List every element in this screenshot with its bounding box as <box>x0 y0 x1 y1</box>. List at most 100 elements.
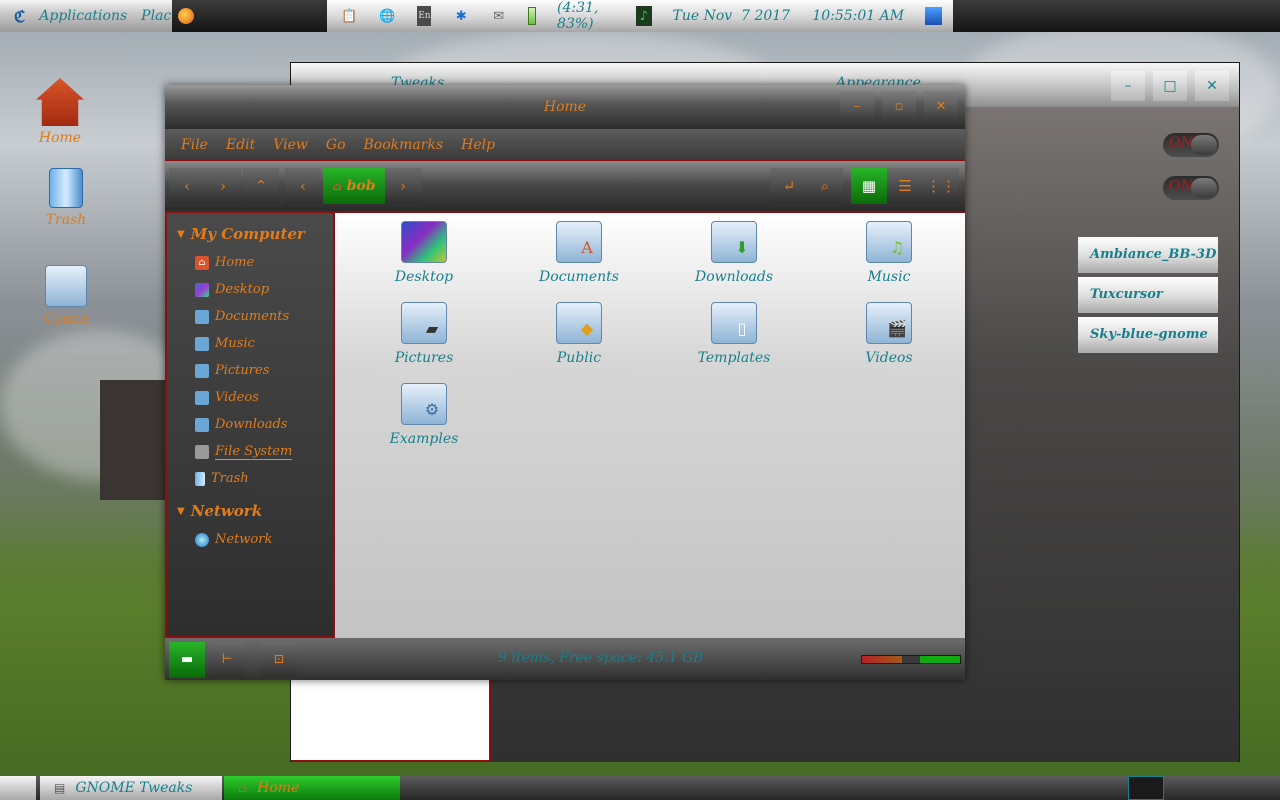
file-item-public[interactable]: ◆ Public <box>524 302 634 366</box>
theme-selector-applications[interactable]: Ambiance_BB-3D <box>1078 237 1218 273</box>
network-status-icon[interactable]: 🌐 <box>379 6 395 26</box>
show-sidebar-button[interactable]: ▬ <box>169 642 205 678</box>
show-desktop-button[interactable] <box>0 776 36 800</box>
sidebar-item-label: Videos <box>215 390 259 405</box>
back-button[interactable]: ‹ <box>169 168 205 204</box>
file-manager-titlebar[interactable]: Home – ▫ ✕ <box>165 85 965 129</box>
taskbar-item-home[interactable]: ⌂ Home <box>224 776 400 800</box>
close-button[interactable]: ✕ <box>924 91 958 123</box>
downloads-folder-icon <box>195 417 209 432</box>
file-label: Pictures <box>394 350 454 366</box>
applications-menu[interactable]: Applications <box>39 8 127 24</box>
breadcrumb-left-button[interactable]: ‹ <box>285 168 321 204</box>
expander-icon: ▼ <box>177 505 185 517</box>
sidebar-item-downloads[interactable]: Downloads <box>167 411 333 438</box>
icon-view-button[interactable]: ▦ <box>851 168 887 204</box>
file-label: Music <box>867 269 911 285</box>
bluetooth-icon[interactable]: ✱ <box>453 6 468 26</box>
list-view-button[interactable]: ☰ <box>887 168 923 204</box>
sidebar-item-videos[interactable]: Videos <box>167 384 333 411</box>
desktop-icon <box>195 282 209 297</box>
tweaks-minimize-button[interactable]: – <box>1111 71 1145 101</box>
sidebar-item-label: File System <box>215 443 293 460</box>
breadcrumb-home[interactable]: ⌂ bob <box>323 168 385 204</box>
file-item-downloads[interactable]: ⬇ Downloads <box>679 221 789 285</box>
toggle-pane-button[interactable]: ⊡ <box>261 642 297 678</box>
file-item-templates[interactable]: ▯ Templates <box>679 302 789 366</box>
tree-view-button[interactable]: ⊢ <box>209 642 245 678</box>
breadcrumb-right-button[interactable]: › <box>385 168 421 204</box>
music-player-icon[interactable]: ♪ <box>636 6 652 26</box>
pictures-folder-icon: ▰ <box>401 302 447 344</box>
desktop-icon-cyana[interactable]: Cyana <box>26 265 106 327</box>
menu-help[interactable]: Help <box>461 137 495 153</box>
battery-icon[interactable] <box>528 7 537 25</box>
zoom-slider[interactable] <box>861 655 961 664</box>
display-icon[interactable] <box>925 7 942 25</box>
sidebar-item-file-system[interactable]: File System <box>167 438 333 465</box>
menubar: File Edit View Go Bookmarks Help <box>165 129 965 161</box>
templates-folder-icon: ▯ <box>711 302 757 344</box>
clock[interactable]: Tue Nov 7 2017 10:55:01 AM <box>673 8 905 24</box>
file-item-pictures[interactable]: ▰ Pictures <box>369 302 479 366</box>
desktop-icon-trash[interactable]: Trash <box>26 168 106 228</box>
menu-file[interactable]: File <box>181 137 208 153</box>
workspace-switcher[interactable] <box>1128 776 1164 800</box>
desktop-folder-icon <box>401 221 447 263</box>
sidebar-item-music[interactable]: Music <box>167 330 333 357</box>
file-item-music[interactable]: ♫ Music <box>834 221 944 285</box>
window-title: Home <box>543 99 587 115</box>
clipboard-icon[interactable]: 📋 <box>341 6 357 26</box>
up-button[interactable]: ⌃ <box>243 168 279 204</box>
file-item-documents[interactable]: A Documents <box>524 221 634 285</box>
keyboard-layout-indicator[interactable]: En <box>417 6 432 26</box>
file-label: Desktop <box>394 269 454 285</box>
sidebar-item-network[interactable]: Network <box>167 526 333 553</box>
status-text: 9 items, Free space: 45.1 GB <box>498 650 704 666</box>
minimize-button[interactable]: – <box>840 91 874 123</box>
places-sidebar: ▼ My Computer ⌂ Home Desktop Documents Mu… <box>165 213 335 638</box>
file-label: Documents <box>539 269 619 285</box>
taskbar-item-tweaks[interactable]: ▤ GNOME Tweaks <box>40 776 222 800</box>
file-item-videos[interactable]: 🎬 Videos <box>834 302 944 366</box>
tweaks-maximize-button[interactable]: □ <box>1153 71 1187 101</box>
sidebar-item-documents[interactable]: Documents <box>167 303 333 330</box>
file-item-desktop[interactable]: Desktop <box>369 221 479 285</box>
global-dark-switch[interactable]: ON <box>1163 176 1219 200</box>
search-button[interactable]: ⌕ <box>807 168 843 204</box>
sidebar-item-trash[interactable]: Trash <box>167 465 333 492</box>
file-item-examples[interactable]: ⚙ Examples <box>369 383 479 447</box>
menu-go[interactable]: Go <box>326 137 346 153</box>
sidebar-section-network[interactable]: ▼ Network <box>167 496 333 526</box>
firefox-icon[interactable] <box>178 8 194 24</box>
sidebar-item-pictures[interactable]: Pictures <box>167 357 333 384</box>
mail-icon[interactable]: ✉ <box>491 6 506 26</box>
desktop-icon-label: Cyana <box>43 311 89 327</box>
theme-selector-icons[interactable]: Sky-blue-gnome <box>1078 317 1218 353</box>
menu-view[interactable]: View <box>273 137 308 153</box>
menu-edit[interactable]: Edit <box>226 137 255 153</box>
path-toggle-button[interactable]: ↵ <box>771 168 807 204</box>
maximize-button[interactable]: ▫ <box>882 91 916 123</box>
file-manager-window: Home – ▫ ✕ File Edit View Go Bookmarks H… <box>165 85 965 680</box>
forward-button[interactable]: › <box>205 168 241 204</box>
switch-label: ON <box>1169 178 1193 194</box>
animations-switch[interactable]: ON <box>1163 133 1219 157</box>
folder-settings-icon <box>45 265 87 307</box>
sidebar-section-my-computer[interactable]: ▼ My Computer <box>167 219 333 249</box>
documents-folder-icon: A <box>556 221 602 263</box>
desktop-icon-home[interactable]: Home <box>20 78 100 146</box>
videos-folder-icon <box>195 390 209 405</box>
videos-folder-icon: 🎬 <box>866 302 912 344</box>
sidebar-item-home[interactable]: ⌂ Home <box>167 249 333 276</box>
tweaks-close-button[interactable]: ✕ <box>1195 71 1229 101</box>
pictures-folder-icon <box>195 363 209 378</box>
zoom-slider-handle <box>920 656 960 663</box>
menu-bookmarks[interactable]: Bookmarks <box>364 137 444 153</box>
theme-selector-cursor[interactable]: Tuxcursor <box>1078 277 1218 313</box>
sidebar-item-desktop[interactable]: Desktop <box>167 276 333 303</box>
file-label: Public <box>556 350 602 366</box>
network-icon <box>195 532 209 547</box>
music-folder-icon <box>195 336 209 351</box>
compact-view-button[interactable]: ⋮⋮ <box>923 168 959 204</box>
